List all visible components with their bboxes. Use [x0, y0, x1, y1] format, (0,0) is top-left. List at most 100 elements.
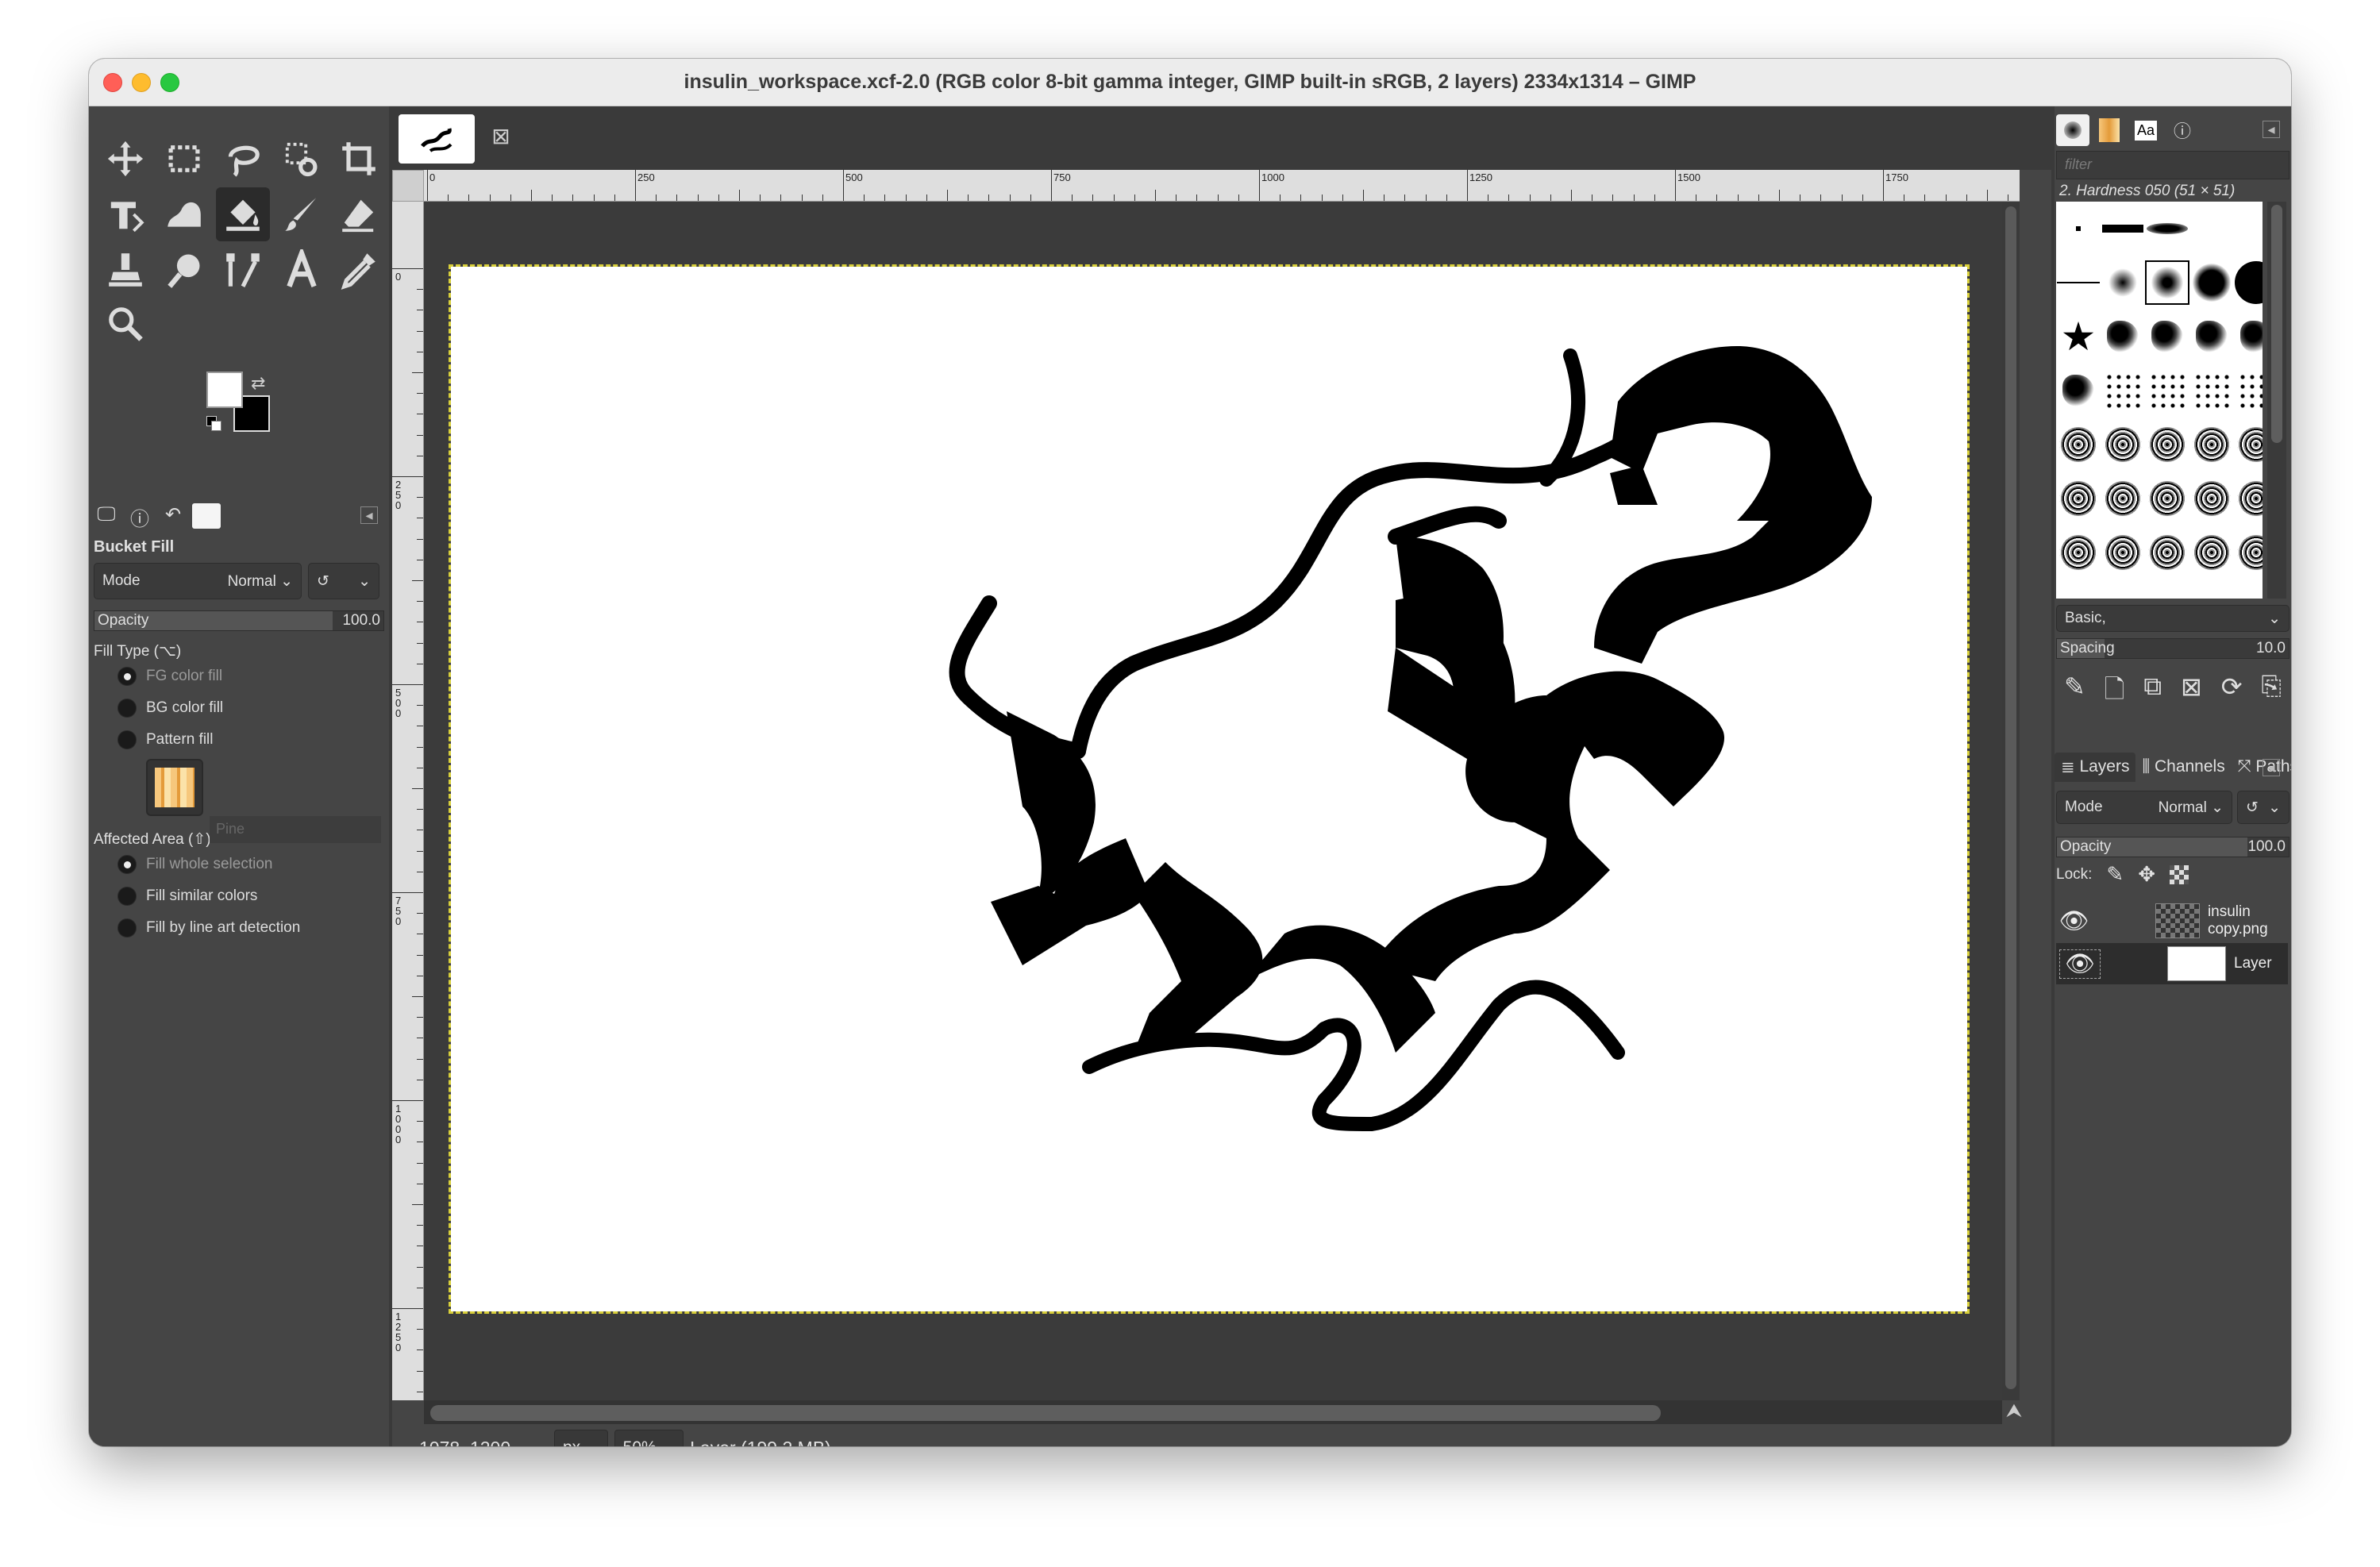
brush-spacing-slider[interactable]: Spacing 10.0 — [2056, 638, 2289, 659]
unit-select[interactable]: px ⌄ — [554, 1430, 608, 1446]
image-canvas[interactable] — [449, 264, 1970, 1314]
brushes-tab-icon[interactable] — [2056, 114, 2089, 146]
delete-brush-icon[interactable]: ⊠ — [2181, 672, 2202, 714]
bucket-fill-tool-button[interactable] — [216, 187, 270, 241]
brush-filter-input[interactable]: filter — [2056, 151, 2289, 179]
new-brush-icon[interactable]: 🗋 — [2105, 672, 2125, 714]
layer-row[interactable]: 👁 insulin copy.png — [2056, 900, 2288, 941]
brush-scroll-thumb[interactable] — [2271, 205, 2282, 443]
fonts-tab-icon[interactable]: Aa — [2129, 114, 2162, 146]
vertical-scrollbar[interactable] — [2002, 202, 2020, 1400]
brush-dots[interactable] — [2189, 368, 2234, 413]
text-tool-button[interactable] — [275, 243, 329, 297]
brush-texture[interactable] — [2056, 530, 2101, 575]
fill-type-fg[interactable]: FG color fill — [94, 660, 384, 692]
eraser-tool-button[interactable] — [332, 187, 386, 241]
help-tab-icon[interactable]: ⓘ — [2166, 114, 2199, 146]
brush-hline-thick[interactable] — [2101, 206, 2145, 251]
brush-texture[interactable] — [2189, 422, 2234, 467]
brush-texture[interactable] — [2189, 476, 2234, 521]
layer-visibility-eye-icon[interactable]: 👁 — [2056, 907, 2092, 935]
brush-texture[interactable] — [2189, 530, 2234, 575]
path-tool-button[interactable] — [216, 243, 270, 297]
brush-hard-soft[interactable] — [2189, 260, 2234, 305]
lock-alpha-icon[interactable] — [2170, 864, 2189, 884]
pattern-chooser-button[interactable] — [146, 759, 203, 816]
edit-brush-icon[interactable]: ✎ — [2064, 672, 2085, 714]
color-picker-tool-button[interactable] — [332, 243, 386, 297]
layer-mode-reset-button[interactable]: ↺ ⌄ — [2237, 791, 2289, 824]
horizontal-scrollbar[interactable] — [424, 1400, 2002, 1424]
brush-texture[interactable] — [2101, 422, 2145, 467]
open-brush-icon[interactable]: ⎘ — [2261, 672, 2282, 714]
zoom-window-button[interactable] — [160, 73, 179, 92]
crop-tool-button[interactable] — [332, 132, 386, 186]
panel-menu-icon[interactable]: ◂ — [2263, 759, 2280, 776]
brush-none[interactable] — [2234, 206, 2263, 251]
brush-none[interactable] — [2189, 206, 2234, 251]
brush-texture[interactable] — [2234, 476, 2263, 521]
paintbrush-tool-button[interactable] — [275, 187, 329, 241]
free-select-tool-button[interactable] — [216, 132, 270, 186]
brush-hard[interactable] — [2234, 260, 2263, 305]
brush-dots[interactable] — [2234, 368, 2263, 413]
title-bar[interactable]: insulin_workspace.xcf-2.0 (RGB color 8-b… — [89, 59, 2291, 106]
opacity-slider[interactable]: Opacity 100.0 — [94, 610, 384, 631]
reset-colors-icon[interactable] — [206, 416, 221, 431]
layer-row[interactable]: 👁 Layer — [2056, 943, 2288, 984]
patterns-tab-icon[interactable] — [2093, 114, 2126, 146]
zoom-tool-button[interactable] — [98, 297, 152, 351]
tab-layers[interactable]: ≣ Layers — [2055, 752, 2136, 782]
close-window-button[interactable] — [103, 73, 122, 92]
fill-type-bg[interactable]: BG color fill — [94, 692, 384, 724]
brush-scrollbar[interactable] — [2267, 202, 2286, 599]
brush-star[interactable]: ★ — [2056, 314, 2101, 359]
rect-select-tool-button[interactable] — [157, 132, 211, 186]
navigate-icon[interactable]: ⮝ — [2002, 1400, 2026, 1424]
layer-visibility-eye-icon[interactable]: 👁 — [2059, 949, 2101, 979]
brush-texture[interactable] — [2234, 422, 2263, 467]
lock-pixels-icon[interactable]: ✎ — [2106, 862, 2124, 887]
brush-texture[interactable] — [2234, 530, 2263, 575]
brush-texture[interactable] — [2145, 530, 2189, 575]
affected-area-similar-colors[interactable]: Fill similar colors — [94, 880, 384, 912]
brush-splat[interactable] — [2234, 314, 2263, 359]
ruler-corner-button[interactable] — [392, 170, 424, 202]
brush-texture[interactable] — [2145, 422, 2189, 467]
panel-menu-icon[interactable]: ◂ — [360, 506, 378, 524]
brush-splat[interactable] — [2101, 314, 2145, 359]
duplicate-brush-icon[interactable]: ⧉ — [2143, 672, 2162, 714]
mode-reset-button[interactable]: ↺ ⌄ — [308, 563, 379, 599]
brush-dot[interactable] — [2056, 206, 2101, 251]
tab-paths[interactable]: ⤧ Paths — [2232, 753, 2291, 781]
images-tab-icon[interactable] — [192, 503, 221, 529]
brush-splat[interactable] — [2189, 314, 2234, 359]
move-tool-button[interactable] — [98, 132, 152, 186]
minimize-window-button[interactable] — [132, 73, 151, 92]
brush-dots[interactable] — [2145, 368, 2189, 413]
undo-history-tab-icon[interactable]: ↶ — [159, 503, 187, 529]
warp-transform-tool-button[interactable] — [157, 187, 211, 241]
unified-transform-tool-button[interactable] — [98, 187, 152, 241]
fill-type-pattern[interactable]: Pattern fill — [94, 724, 384, 756]
mode-select[interactable]: Mode Normal ⌄ — [94, 563, 302, 599]
brush-splat[interactable] — [2145, 314, 2189, 359]
brush-texture[interactable] — [2056, 422, 2101, 467]
brush-splat[interactable] — [2056, 368, 2101, 413]
panel-menu-icon[interactable]: ◂ — [2263, 121, 2280, 138]
swap-colors-icon[interactable]: ⇄ — [251, 373, 265, 394]
brush-texture[interactable] — [2145, 476, 2189, 521]
foreground-color-swatch[interactable] — [206, 372, 243, 408]
brush-soft[interactable] — [2101, 260, 2145, 305]
refresh-brushes-icon[interactable]: ⟳ — [2221, 672, 2243, 714]
affected-area-line-art[interactable]: Fill by line art detection — [94, 912, 384, 944]
brush-ellipse-thin[interactable] — [2145, 206, 2189, 251]
lock-position-icon[interactable]: ✥ — [2138, 862, 2155, 887]
brush-soft-sel[interactable] — [2145, 260, 2189, 305]
brush-grid[interactable]: ★ — [2056, 202, 2263, 599]
fg-bg-color-selector[interactable]: ⇄ — [206, 372, 286, 443]
brush-hline[interactable] — [2056, 260, 2101, 305]
close-image-tab-icon[interactable]: ⊠ — [487, 124, 514, 151]
fuzzy-select-tool-button[interactable] — [275, 132, 329, 186]
smudge-tool-button[interactable] — [157, 243, 211, 297]
